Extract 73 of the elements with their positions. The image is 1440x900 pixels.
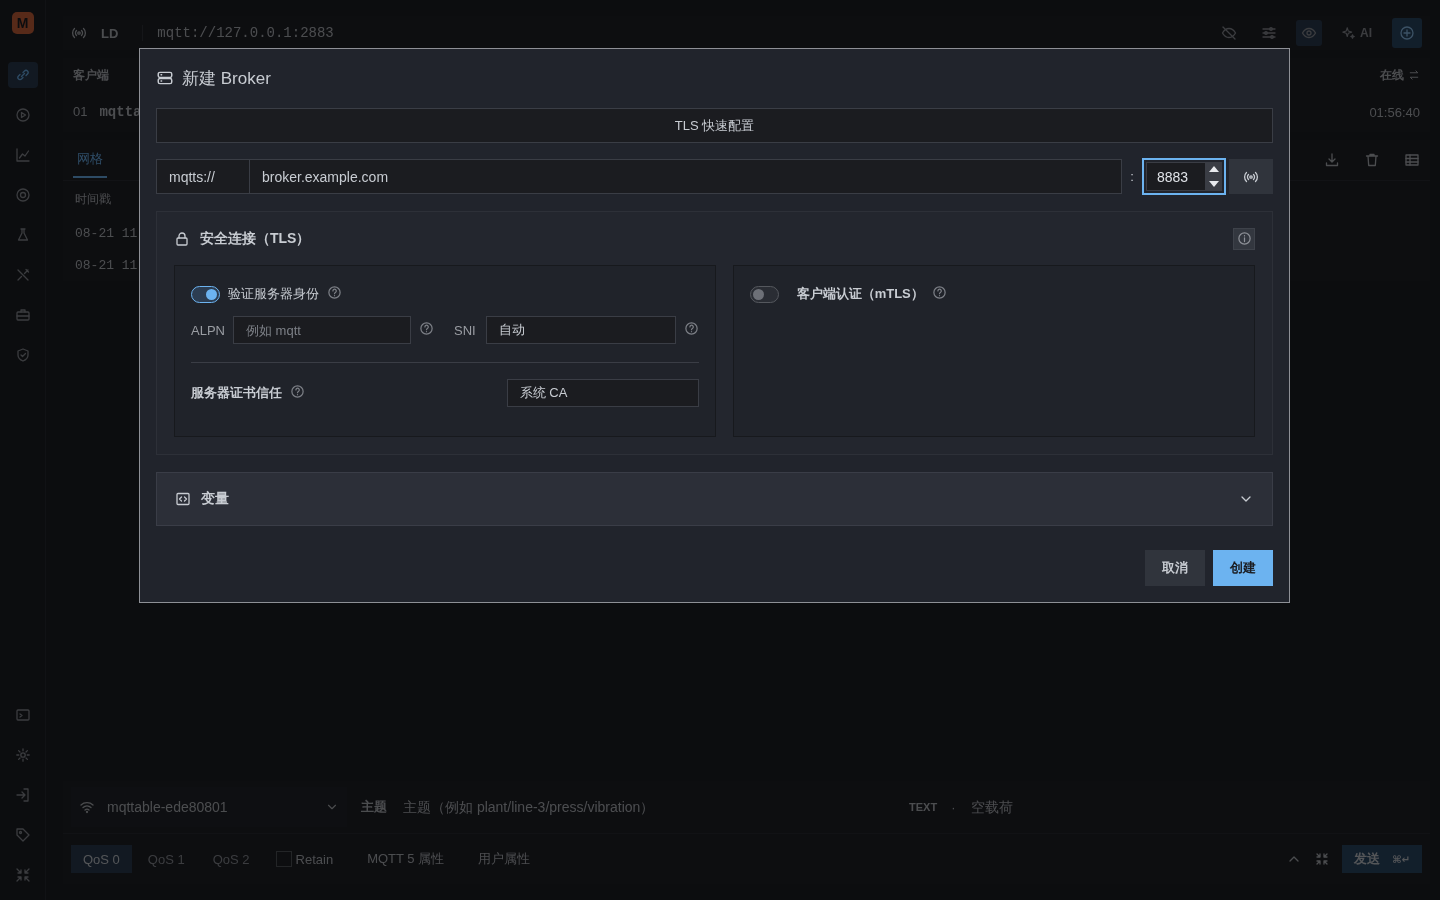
target-icon [14, 187, 31, 203]
play-icon [14, 107, 31, 123]
info-button[interactable] [1233, 227, 1255, 250]
toolbar-button[interactable] [1296, 20, 1322, 46]
sni-field[interactable]: 自动 [485, 316, 676, 344]
download-icon[interactable] [1324, 152, 1340, 168]
topic-label: 主题 [361, 798, 387, 816]
help-icon [327, 285, 342, 300]
scheme-select[interactable]: mqtts:// [156, 159, 250, 194]
trust-select[interactable]: 系统 CA [506, 379, 699, 407]
field-label: SNI [453, 322, 476, 338]
field-label: ALPN [191, 322, 225, 338]
wifi-icon [79, 799, 95, 815]
host-field[interactable]: broker.example.com [250, 159, 1122, 194]
test-connection-button[interactable] [1229, 159, 1273, 194]
port-separator: : [1129, 169, 1135, 184]
field-label: 服务器证书信任 [191, 384, 282, 402]
toggle-switch[interactable] [749, 285, 779, 303]
create-button[interactable]: 创建 [1213, 550, 1273, 586]
port-field[interactable]: 8883 [1142, 158, 1226, 195]
antenna-icon [71, 25, 87, 41]
chart-icon [14, 147, 31, 163]
panel-title: 客户端 [73, 66, 109, 84]
broker-url: mqtt://127.0.0.1:2883 [142, 25, 334, 41]
code-icon [175, 491, 191, 507]
sparkle-icon [1342, 26, 1356, 40]
sliders-icon [1261, 25, 1277, 41]
dialog-title: 新建 Broker [182, 67, 271, 90]
client-time: 01:56:40 [1369, 104, 1420, 120]
app-logo: M [11, 12, 34, 34]
eye-off-icon [1221, 25, 1237, 41]
section-title: 安全连接（TLS） [200, 229, 312, 248]
variables-header[interactable]: 变量 [156, 472, 1273, 526]
shield-icon [14, 347, 31, 363]
eye-icon [1301, 25, 1317, 41]
add-button[interactable] [1392, 18, 1422, 48]
connection-label: LD [101, 25, 119, 41]
table-icon[interactable] [1404, 152, 1420, 168]
nav-button[interactable] [7, 62, 38, 88]
separator-dot: · [951, 799, 956, 815]
toggle-label: 验证服务器身份 [228, 285, 319, 303]
server-icon [156, 69, 174, 87]
briefcase-icon [14, 307, 31, 323]
client-name: mqtta [99, 104, 142, 120]
status-label: 在线 [1380, 66, 1404, 84]
trash-icon[interactable] [1364, 152, 1380, 168]
alpn-field[interactable]: 例如 mqtt [232, 316, 411, 344]
lock-icon [174, 230, 190, 247]
help-icon [418, 321, 434, 336]
format-label: TEXT [909, 801, 938, 813]
step-down-icon[interactable] [1209, 180, 1219, 187]
cancel-button[interactable]: 取消 [1145, 550, 1205, 586]
help-icon [290, 384, 305, 399]
collapse-icon [14, 867, 31, 883]
help-icon [683, 321, 699, 336]
terminal-icon [14, 707, 31, 723]
info-icon [1236, 231, 1252, 246]
toggle-switch[interactable] [191, 285, 220, 303]
settings-icon [14, 747, 31, 763]
login-icon [14, 787, 31, 803]
log-timestamp: 08-21 11 [75, 225, 138, 241]
tls-quick-config-button[interactable]: TLS 快速配置 [156, 108, 1273, 143]
tag-icon [14, 827, 31, 843]
log-timestamp: 08-21 11 [75, 257, 138, 273]
payload-field[interactable]: 空载荷 [969, 798, 1274, 816]
retain-label: Retain [295, 851, 334, 867]
swap-icon [1408, 69, 1420, 81]
toggle-label: 客户端认证（mTLS） [796, 285, 924, 303]
plus-circle-icon [1399, 25, 1415, 41]
client-index: 01 [73, 104, 88, 119]
help-icon [931, 285, 947, 300]
link-icon [14, 67, 31, 83]
step-up-icon[interactable] [1209, 166, 1219, 173]
